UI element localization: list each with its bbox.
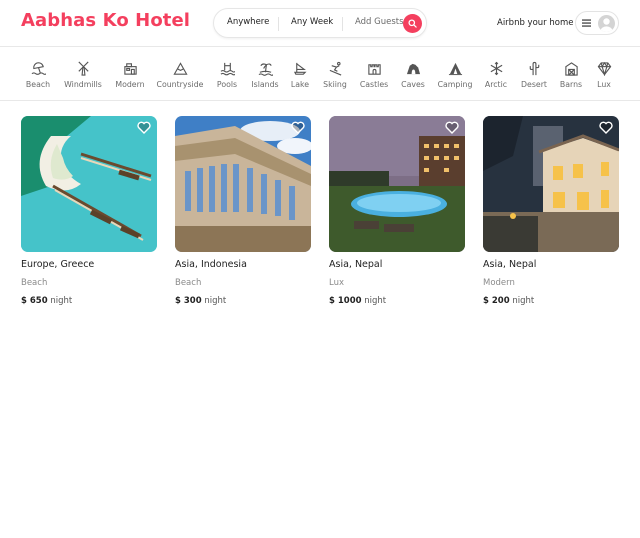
logo[interactable]: Aabhas Ko Hotel	[21, 10, 190, 31]
search-add-guests-button[interactable]: Add Guests	[355, 17, 404, 27]
avatar	[598, 14, 615, 32]
heart-icon[interactable]	[599, 121, 613, 134]
category-beach[interactable]: Beach	[13, 61, 63, 89]
mountain-icon	[172, 62, 188, 75]
divider	[342, 17, 343, 31]
boat-icon	[293, 62, 307, 75]
category-label: Castles	[359, 80, 389, 89]
price-amount: $ 300	[175, 296, 202, 306]
windmill-icon	[77, 61, 89, 76]
listing-card[interactable]: Asia, Nepal Lux $ 1000 night	[329, 116, 465, 306]
category-label: Desert	[521, 80, 547, 89]
skiing-icon	[329, 61, 341, 76]
heart-icon[interactable]	[291, 121, 305, 134]
listing-image[interactable]	[175, 116, 311, 252]
listing-location: Asia, Nepal	[483, 259, 537, 270]
category-windmills[interactable]: Windmills	[58, 61, 108, 89]
search-bar[interactable]: Anywhere Any Week Add Guests	[213, 8, 427, 38]
beach-icon	[31, 62, 46, 75]
snowflake-icon	[490, 61, 502, 76]
price-unit: night	[364, 296, 387, 306]
price-amount: $ 650	[21, 296, 48, 306]
diamond-icon	[597, 61, 611, 76]
category-label: Windmills	[64, 80, 102, 89]
listing-card[interactable]: Europe, Greece Beach $ 650 night	[21, 116, 157, 306]
category-label: Skiing	[323, 80, 347, 89]
island-icon	[258, 63, 273, 76]
listing-location: Europe, Greece	[21, 259, 95, 270]
listing-image[interactable]	[21, 116, 157, 252]
category-bar: Beach Windmills Modern Countryside Pools…	[0, 47, 640, 101]
category-label: Lake	[290, 80, 310, 89]
listing-location: Asia, Indonesia	[175, 259, 247, 270]
cave-icon	[406, 63, 420, 75]
listing-image[interactable]	[329, 116, 465, 252]
listing-card[interactable]: Asia, Indonesia Beach $ 300 night	[175, 116, 311, 306]
listing-category: Modern	[483, 278, 515, 288]
barn-icon	[564, 62, 578, 76]
category-label: Camping	[437, 80, 473, 89]
category-label: Pools	[216, 80, 238, 89]
category-label: Arctic	[484, 80, 508, 89]
category-lux[interactable]: Lux	[579, 61, 629, 89]
category-label: Countryside	[156, 80, 204, 89]
castle-icon	[367, 64, 381, 75]
search-anywhere-button[interactable]: Anywhere	[227, 17, 269, 27]
listing-price: $ 1000 night	[329, 296, 465, 306]
user-placeholder-icon	[600, 17, 613, 32]
hamburger-menu-icon	[582, 19, 591, 27]
category-countryside[interactable]: Countryside	[155, 61, 205, 89]
heart-icon[interactable]	[445, 121, 459, 134]
top-navbar: Aabhas Ko Hotel Anywhere Any Week Add Gu…	[0, 0, 640, 47]
listing-category: Lux	[329, 278, 345, 288]
search-icon	[408, 19, 417, 28]
user-menu-button[interactable]	[575, 11, 619, 35]
divider	[278, 17, 279, 31]
price-unit: night	[50, 296, 73, 306]
pool-icon	[220, 62, 235, 76]
price-unit: night	[512, 296, 535, 306]
cactus-icon	[529, 61, 539, 76]
category-label: Lux	[597, 80, 611, 89]
heart-icon[interactable]	[137, 121, 151, 134]
listing-category: Beach	[21, 278, 48, 288]
category-label: Modern	[115, 80, 145, 89]
category-modern[interactable]: Modern	[105, 61, 155, 89]
price-unit: night	[204, 296, 227, 306]
listing-image[interactable]	[483, 116, 619, 252]
listing-price: $ 650 night	[21, 296, 157, 306]
price-amount: $ 1000	[329, 296, 362, 306]
listing-price: $ 300 night	[175, 296, 311, 306]
search-any-week-button[interactable]: Any Week	[291, 17, 333, 27]
airbnb-your-home-link[interactable]: Airbnb your home	[497, 18, 573, 28]
listing-location: Asia, Nepal	[329, 259, 383, 270]
tent-icon	[448, 62, 462, 76]
category-label: Beach	[25, 80, 51, 89]
listing-price: $ 200 night	[483, 296, 619, 306]
price-amount: $ 200	[483, 296, 510, 306]
search-submit-button[interactable]	[403, 14, 422, 33]
modern-icon	[123, 63, 137, 75]
listing-card[interactable]: Asia, Nepal Modern $ 200 night	[483, 116, 619, 306]
category-label: Caves	[401, 80, 425, 89]
listing-category: Beach	[175, 278, 202, 288]
